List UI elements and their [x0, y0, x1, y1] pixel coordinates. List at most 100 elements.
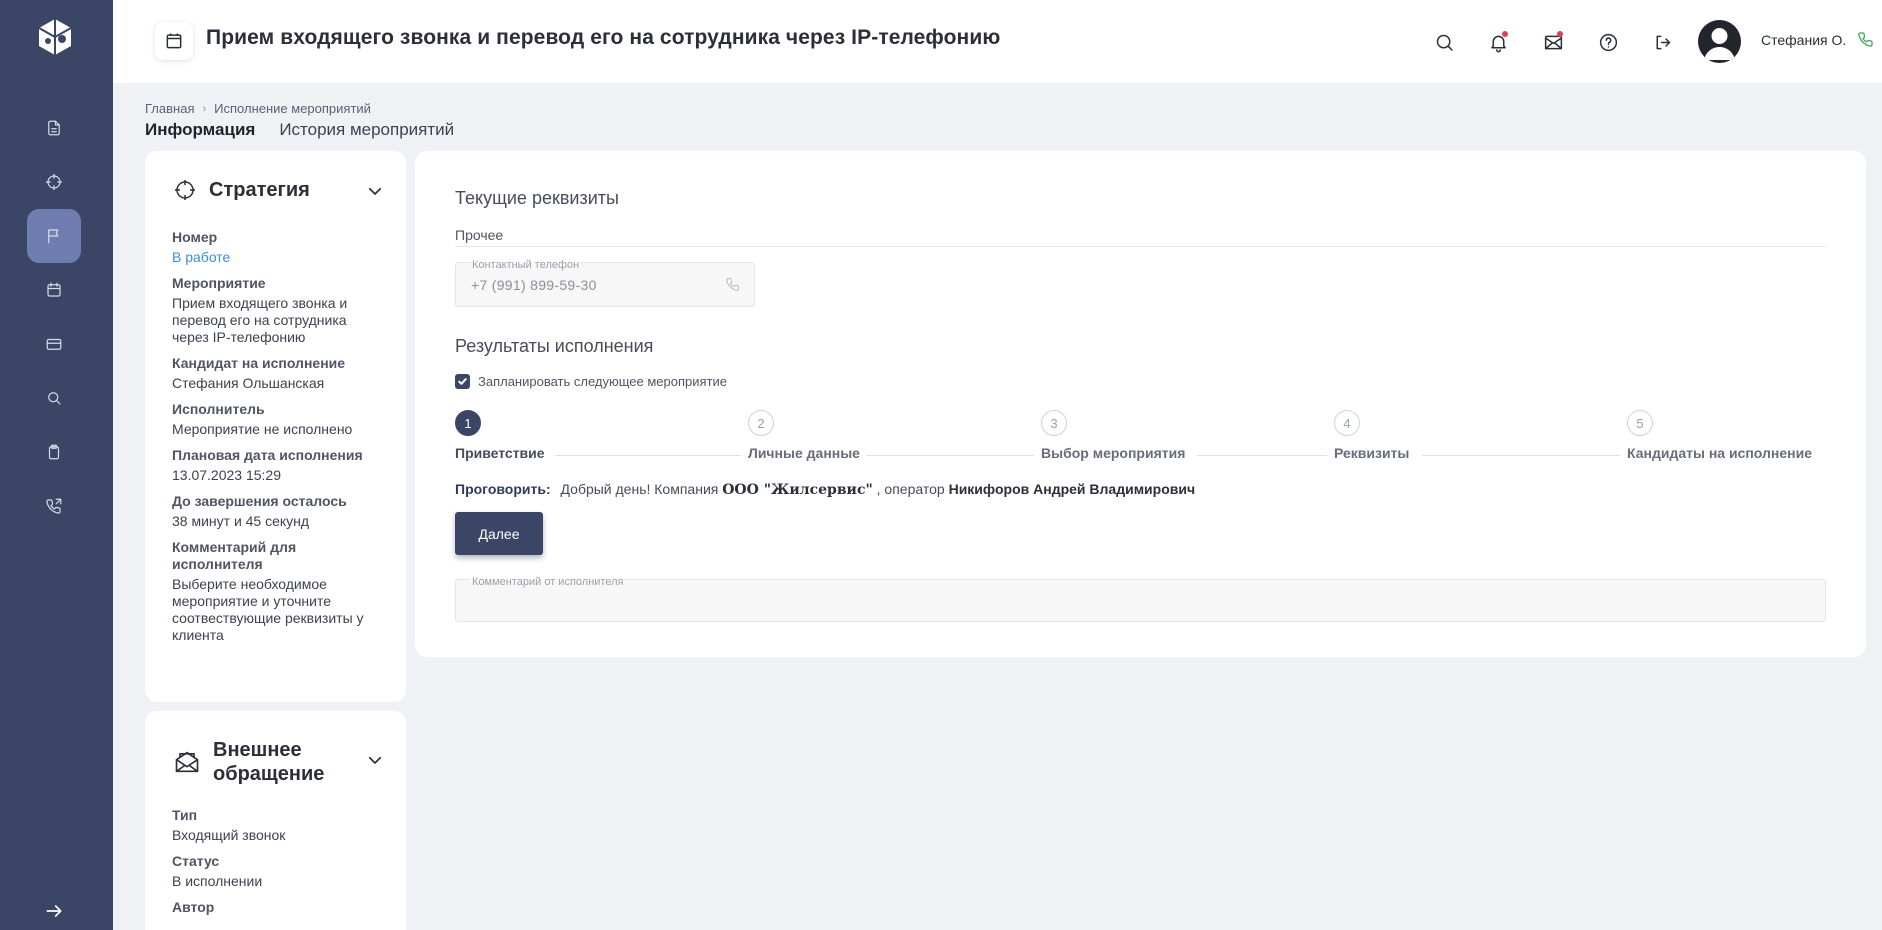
step-2[interactable]: 2 Личные данные: [748, 410, 860, 461]
tab-history[interactable]: История мероприятий: [279, 120, 454, 140]
nav-calendar[interactable]: [27, 263, 81, 317]
calendar-icon: [166, 33, 182, 49]
expand-sidebar-button[interactable]: [37, 898, 71, 924]
user-name[interactable]: Стефания О.: [1761, 32, 1846, 48]
nav-documents[interactable]: [27, 101, 81, 155]
field-planned-date: Плановая дата исполнения 13.07.2023 15:2…: [172, 447, 386, 484]
script-line: Проговорить: Добрый день! Компания ООО "…: [455, 481, 1195, 498]
nav-telephony[interactable]: [27, 479, 81, 533]
field-label: Кандидат на исполнение: [172, 355, 346, 371]
help-button[interactable]: [1596, 30, 1620, 54]
chevron-down-icon: [368, 187, 382, 195]
phone-icon[interactable]: [725, 276, 742, 293]
nav-strategy[interactable]: [27, 155, 81, 209]
external-header[interactable]: Внешнее обращение: [173, 738, 343, 786]
nav-tasks[interactable]: [27, 425, 81, 479]
strategy-collapse-button[interactable]: [366, 182, 384, 200]
phone-status-icon[interactable]: [1857, 30, 1877, 50]
step-4[interactable]: 4 Реквизиты: [1334, 410, 1409, 461]
external-title: Внешнее обращение: [213, 739, 325, 785]
status-link[interactable]: В работе: [172, 249, 386, 266]
field-label: Мероприятие: [172, 275, 266, 291]
schedule-next-checkbox[interactable]: [455, 374, 470, 389]
step-label: Кандидаты на исполнение: [1627, 445, 1812, 461]
step-connector: [555, 455, 741, 456]
next-button[interactable]: Далее: [455, 512, 543, 555]
contact-phone-field[interactable]: Контактный телефон +7 (991) 899-59-30: [455, 259, 755, 307]
logout-icon: [1656, 35, 1670, 49]
external-collapse-button[interactable]: [366, 751, 384, 769]
strategy-card: Стратегия Номер В работе Мероприятие При…: [145, 151, 406, 702]
nav-events[interactable]: [27, 209, 81, 263]
logout-button[interactable]: [1650, 30, 1674, 54]
clipboard-icon: [48, 444, 60, 460]
step-number: 5: [1627, 410, 1653, 436]
speak-text: , оператор: [876, 481, 945, 497]
search-icon: [1436, 34, 1453, 51]
sidebar: [0, 0, 113, 930]
schedule-next-checkbox-row[interactable]: Запланировать следующее мероприятие: [455, 374, 727, 389]
field-status: Статус В исполнении: [172, 853, 386, 890]
help-icon: [1599, 33, 1617, 51]
step-label: Выбор мероприятия: [1041, 445, 1186, 461]
field-value: Стефания Ольшанская: [172, 375, 325, 391]
step-3[interactable]: 3 Выбор мероприятия: [1041, 410, 1185, 461]
field-candidate: Кандидат на исполнение Стефания Ольшанск…: [172, 355, 386, 392]
strategy-header[interactable]: Стратегия: [173, 178, 310, 202]
field-label: Статус: [172, 853, 220, 869]
executor-comment-field[interactable]: Комментарий от исполнителя: [455, 576, 1826, 622]
step-5[interactable]: 5 Кандидаты на исполнение: [1627, 410, 1812, 461]
strategy-title: Стратегия: [209, 178, 310, 201]
calendar-button[interactable]: [155, 22, 193, 60]
breadcrumb-current[interactable]: Исполнение мероприятий: [214, 101, 371, 116]
nav-search[interactable]: [27, 371, 81, 425]
notification-dot: [1502, 31, 1508, 37]
other-label: Прочее: [455, 227, 504, 243]
notifications-button[interactable]: [1486, 30, 1510, 54]
chevron-down-icon: [368, 756, 382, 764]
contact-phone-value: +7 (991) 899-59-30: [471, 277, 597, 293]
check-icon: [458, 378, 467, 385]
strategy-fields: Номер В работе Мероприятие Прием входяще…: [172, 229, 386, 653]
calendar-icon: [47, 282, 61, 297]
field-author: Автор: [172, 899, 386, 916]
field-label: Автор: [172, 899, 215, 915]
search-icon: [48, 392, 61, 405]
step-number: 4: [1334, 410, 1360, 436]
target-icon: [175, 180, 195, 200]
step-connector: [1197, 455, 1327, 456]
step-number: 2: [748, 410, 774, 436]
top-header: Прием входящего звонка и перевод его на …: [113, 0, 1882, 83]
field-value: В исполнении: [172, 873, 263, 889]
field-value: 13.07.2023 15:29: [172, 467, 281, 483]
step-label: Реквизиты: [1334, 445, 1410, 461]
step-connector: [1422, 455, 1620, 456]
step-number: 1: [455, 410, 481, 436]
field-label: Исполнитель: [172, 401, 265, 417]
speak-text: Добрый день! Компания: [560, 481, 719, 497]
breadcrumb-separator-icon: ›: [202, 102, 207, 115]
flag-icon: [48, 229, 59, 244]
divider: [455, 246, 1826, 247]
breadcrumb-home[interactable]: Главная: [145, 101, 194, 116]
field-label: Комментарий для исполнителя: [172, 539, 297, 572]
messages-button[interactable]: [1541, 30, 1565, 54]
field-executor: Исполнитель Мероприятие не исполнено: [172, 401, 386, 438]
contact-phone-label: Контактный телефон: [471, 259, 581, 271]
step-number: 3: [1041, 410, 1067, 436]
search-button[interactable]: [1432, 30, 1456, 54]
operator-name: Никифоров Андрей Владимирович: [948, 481, 1196, 497]
card-icon: [46, 338, 62, 350]
tabs: Информация История мероприятий: [145, 120, 454, 140]
nav-payments[interactable]: [27, 317, 81, 371]
avatar[interactable]: [1698, 20, 1741, 63]
tab-info[interactable]: Информация: [145, 120, 255, 140]
field-type: Тип Входящий звонок: [172, 807, 386, 844]
page-title: Прием входящего звонка и перевод его на …: [206, 26, 1001, 49]
step-1[interactable]: 1 Приветствие: [455, 410, 545, 461]
external-request-card: Внешнее обращение Тип Входящий звонок Ст…: [145, 711, 406, 930]
arrow-right-icon: [46, 905, 62, 917]
schedule-next-label: Запланировать следующее мероприятие: [478, 374, 728, 389]
results-title: Результаты исполнения: [455, 336, 654, 356]
app-logo[interactable]: [35, 17, 75, 57]
